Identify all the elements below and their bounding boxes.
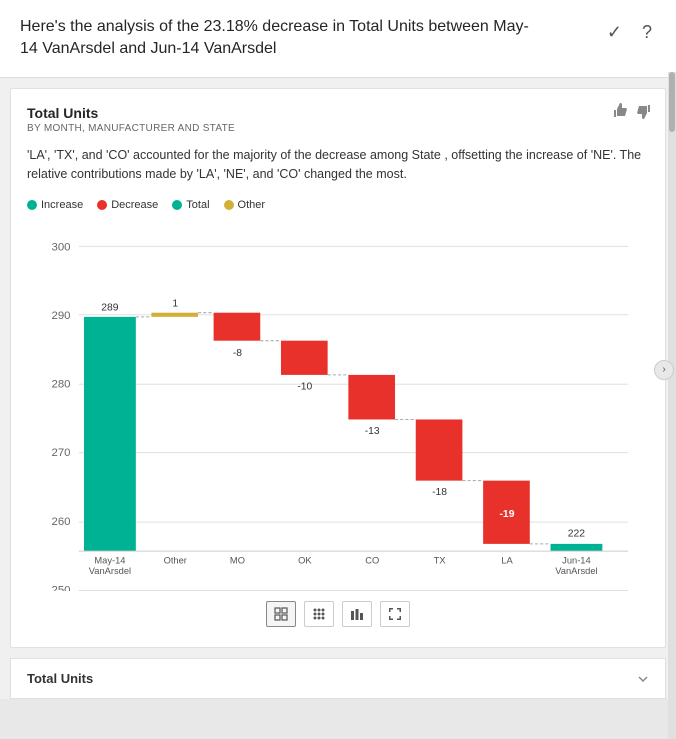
svg-text:Other: Other	[164, 556, 187, 566]
legend-increase-dot	[27, 200, 37, 210]
svg-text:-13: -13	[365, 426, 380, 437]
chart-control-dots[interactable]	[304, 601, 334, 627]
legend-increase: Increase	[27, 199, 83, 211]
svg-text:CO: CO	[365, 556, 379, 566]
chart-control-expand[interactable]	[380, 601, 410, 627]
chart-legend: Increase Decrease Total Other	[27, 199, 649, 211]
svg-text:MO: MO	[230, 556, 245, 566]
header: Here's the analysis of the 23.18% decrea…	[0, 0, 676, 78]
card-description: 'LA', 'TX', and 'CO' accounted for the m…	[27, 146, 649, 184]
svg-text:270: 270	[52, 447, 71, 459]
card-title: Total Units	[27, 105, 649, 121]
svg-text:-19: -19	[499, 509, 514, 520]
bottom-title: Total Units	[27, 671, 93, 686]
svg-text:290: 290	[52, 310, 71, 322]
bar-jun14	[551, 544, 603, 551]
chart-control-bars[interactable]	[342, 601, 372, 627]
svg-text:TX: TX	[434, 556, 447, 566]
legend-total: Total	[172, 199, 209, 211]
svg-text:1: 1	[172, 299, 178, 310]
legend-other: Other	[224, 199, 266, 211]
waterfall-chart: 300 290 280 270 260 250	[27, 221, 649, 591]
svg-text:VanArsdel: VanArsdel	[555, 566, 597, 576]
chart-control-grid[interactable]	[266, 601, 296, 627]
svg-text:Jun-14: Jun-14	[562, 556, 591, 566]
svg-text:280: 280	[52, 379, 71, 391]
legend-decrease-dot	[97, 200, 107, 210]
svg-text:260: 260	[52, 516, 71, 528]
svg-text:222: 222	[568, 529, 586, 540]
svg-text:-18: -18	[432, 487, 447, 498]
header-title: Here's the analysis of the 23.18% decrea…	[20, 16, 540, 61]
chart-svg: 300 290 280 270 260 250	[27, 221, 649, 591]
legend-increase-label: Increase	[41, 199, 83, 211]
legend-other-label: Other	[238, 199, 266, 211]
bar-tx	[416, 420, 463, 481]
thumbup-button[interactable]	[613, 103, 629, 124]
expand-icon	[637, 673, 649, 685]
svg-text:-8: -8	[233, 349, 242, 360]
legend-decrease-label: Decrease	[111, 199, 158, 211]
bar-may14	[84, 317, 136, 551]
bottom-section: Total Units	[10, 658, 666, 699]
legend-total-label: Total	[186, 199, 209, 211]
chart-controls	[27, 601, 649, 631]
card-feedback-buttons	[613, 103, 651, 124]
svg-text:LA: LA	[501, 556, 513, 566]
svg-text:250: 250	[52, 585, 71, 591]
svg-text:VanArsdel: VanArsdel	[89, 566, 131, 576]
svg-text:289: 289	[101, 303, 119, 314]
legend-other-dot	[224, 200, 234, 210]
card-subtitle: BY MONTH, MANUFACTURER AND STATE	[27, 123, 649, 134]
legend-total-dot	[172, 200, 182, 210]
svg-text:May-14: May-14	[94, 556, 125, 566]
legend-decrease: Decrease	[97, 199, 158, 211]
header-actions: ✓ ?	[603, 16, 656, 45]
scrollbar-thumb[interactable]	[669, 72, 675, 132]
confirm-button[interactable]: ✓	[603, 20, 626, 45]
svg-text:-10: -10	[297, 382, 312, 393]
bar-mo	[214, 313, 261, 341]
bar-other	[151, 313, 198, 317]
bar-co	[348, 375, 395, 420]
scrollbar[interactable]	[668, 72, 676, 739]
thumbdown-button[interactable]	[635, 103, 651, 124]
svg-text:OK: OK	[298, 556, 312, 566]
bar-ok	[281, 341, 328, 375]
analysis-card: Total Units BY MONTH, MANUFACTURER AND S…	[10, 88, 666, 649]
chevron-right-button[interactable]: ›	[654, 360, 674, 380]
svg-text:300: 300	[52, 242, 71, 254]
help-button[interactable]: ?	[638, 20, 656, 45]
